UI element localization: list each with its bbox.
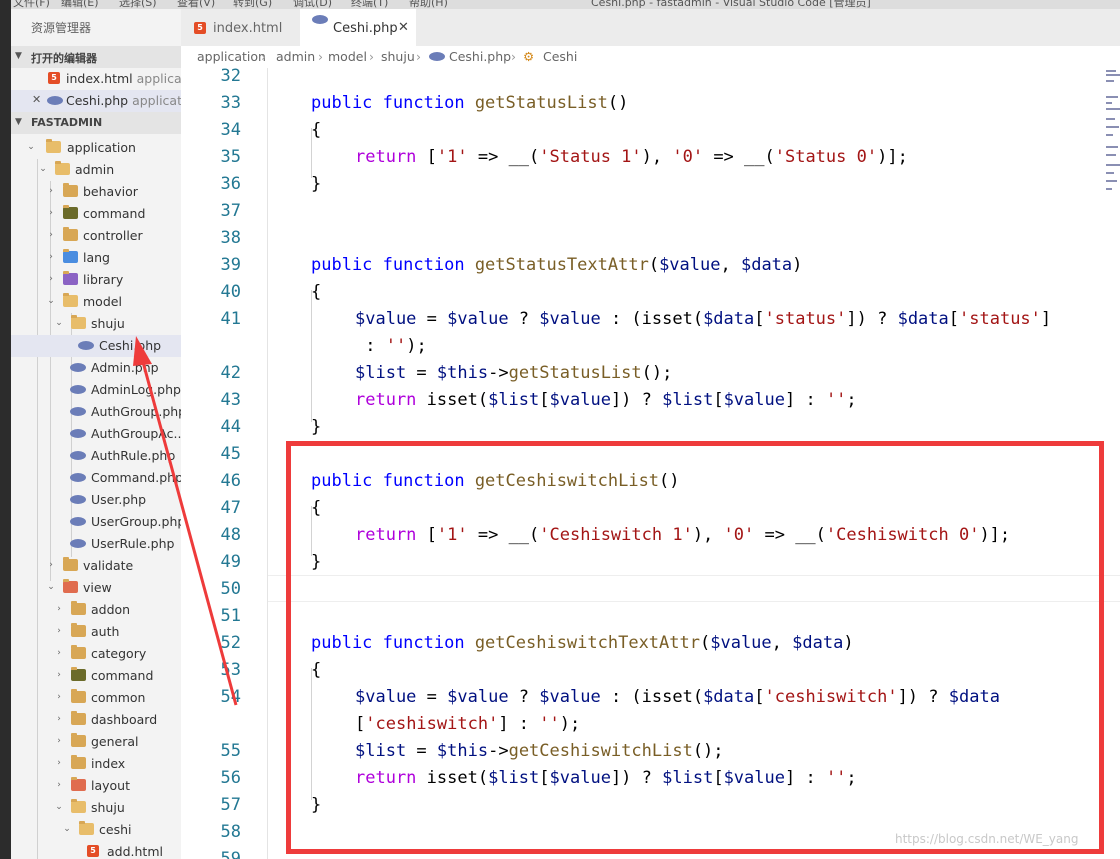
watermark: https://blog.csdn.net/WE_yang bbox=[895, 832, 1079, 846]
arrowhead-icon bbox=[133, 336, 152, 366]
arrow-shaft bbox=[141, 361, 238, 706]
annotation-arrow bbox=[133, 336, 238, 706]
